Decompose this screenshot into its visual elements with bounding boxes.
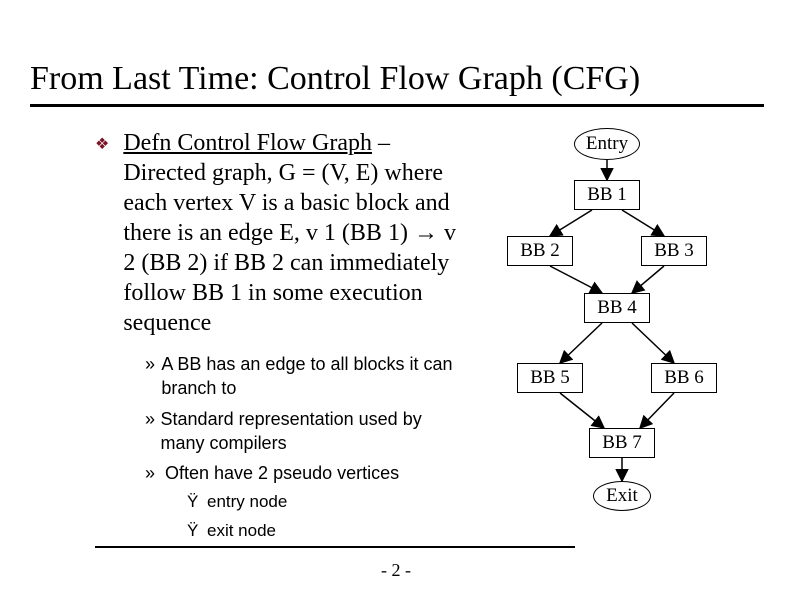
node-bb6: BB 6 [651, 363, 717, 393]
sub-bullet-2-text: Standard representation used by many com… [161, 407, 465, 456]
diamond-bullet-icon: ❖ [95, 134, 109, 154]
page-title: From Last Time: Control Flow Graph (CFG) [30, 60, 640, 98]
sub-bullets: » A BB has an edge to all blocks it can … [145, 352, 465, 543]
node-bb4: BB 4 [584, 293, 650, 323]
node-exit: Exit [593, 481, 651, 511]
raquo-bullet-icon: » [145, 407, 161, 456]
node-bb1: BB 1 [574, 180, 640, 210]
subsub-1-text: entry node [207, 491, 287, 514]
sub-bullet-3-text: Often have 2 pseudo vertices [165, 461, 399, 485]
definition-term: Defn Control Flow Graph [123, 130, 372, 156]
definition-body-a: Directed graph, G = (V, E) where each ve… [123, 160, 449, 246]
node-bb5: BB 5 [517, 363, 583, 393]
dot-bullet-icon: Ÿ [187, 491, 207, 514]
node-entry: Entry [574, 128, 640, 160]
page-number: - 2 - [0, 560, 792, 581]
arrow-icon: → [414, 219, 438, 246]
sub-sub-bullets: Ÿ entry node Ÿ exit node [187, 491, 465, 543]
definition-text: Defn Control Flow Graph – Directed graph… [123, 128, 458, 338]
subsub-1: Ÿ entry node [187, 491, 465, 514]
node-bb3: BB 3 [641, 236, 707, 266]
sub-bullet-1: » A BB has an edge to all blocks it can … [145, 352, 465, 401]
sub-bullet-1-text: A BB has an edge to all blocks it can br… [161, 352, 465, 401]
raquo-bullet-icon: » [145, 352, 161, 401]
slide: From Last Time: Control Flow Graph (CFG)… [0, 0, 792, 612]
subsub-2-text: exit node [207, 520, 276, 543]
dot-bullet-icon: Ÿ [187, 520, 207, 543]
footer-divider [95, 546, 575, 548]
raquo-bullet-icon: » [145, 461, 165, 485]
node-bb7: BB 7 [589, 428, 655, 458]
subsub-2: Ÿ exit node [187, 520, 465, 543]
cfg-diagram: Entry BB 1 BB 2 BB 3 BB 4 BB 5 BB 6 BB 7… [482, 128, 732, 528]
definition-dash: – [372, 130, 390, 156]
sub-bullet-3: » Often have 2 pseudo vertices [145, 461, 465, 485]
sub-bullet-2: » Standard representation used by many c… [145, 407, 465, 456]
title-underline [30, 104, 764, 107]
node-bb2: BB 2 [507, 236, 573, 266]
